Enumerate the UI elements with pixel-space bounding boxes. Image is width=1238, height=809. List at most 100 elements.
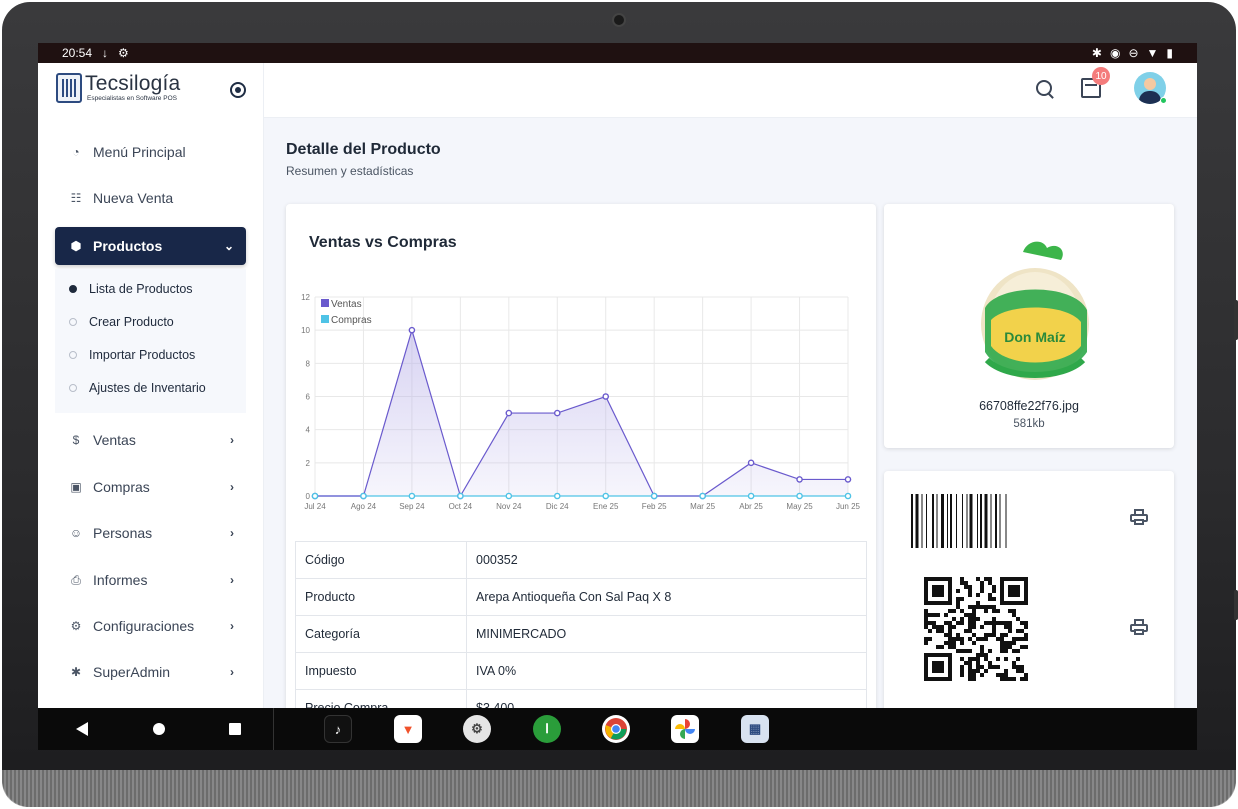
food-app-icon[interactable]: Ⅰ — [533, 715, 561, 743]
online-status-dot — [1160, 97, 1167, 104]
box-icon: ⬢ — [70, 239, 82, 253]
brave-app-icon[interactable]: ▼ — [394, 715, 422, 743]
data-point-compras — [844, 492, 852, 500]
recents-icon[interactable] — [229, 723, 241, 735]
detail-row: Categoría MINIMERCADO — [295, 615, 867, 653]
print-barcode-icon[interactable] — [1130, 509, 1148, 525]
bullet-icon — [69, 318, 77, 326]
sidebar-item-label: Informes — [93, 572, 148, 588]
sidebar-item-configuraciones[interactable]: ⚙ Configuraciones › — [55, 607, 246, 645]
gear-icon: ⚙ — [70, 619, 82, 633]
ventas-area — [315, 330, 848, 496]
data-point-ventas — [408, 326, 416, 334]
sidebar-item-nueva-venta[interactable]: ☷ Nueva Venta — [55, 179, 246, 217]
x-tick-label: Oct 24 — [449, 502, 473, 511]
image-filename: 66708ffe22f76.jpg — [979, 399, 1079, 413]
sidebar-item-personas[interactable]: ☺ Personas › — [55, 514, 246, 552]
chevron-right-icon: › — [230, 619, 234, 633]
sidebar-toggle-icon[interactable] — [230, 82, 246, 98]
data-point-ventas — [796, 476, 803, 483]
detail-value: MINIMERCADO — [466, 615, 867, 653]
submenu-item-lista-productos[interactable]: Lista de Productos — [69, 282, 193, 296]
settings-app-icon[interactable]: ⚙ — [463, 715, 491, 743]
chevron-down-icon: ⌄ — [223, 239, 234, 253]
sidebar-item-informes[interactable]: ⎙ Informes › — [55, 561, 246, 599]
sidebar-item-label: Compras — [93, 479, 150, 495]
bluetooth-icon: ✱ — [1091, 46, 1102, 60]
product-photo[interactable]: Don Maíz — [977, 234, 1093, 384]
y-tick-label: 0 — [306, 492, 311, 501]
submenu-item-crear-producto[interactable]: Crear Producto — [69, 315, 174, 329]
detail-value: IVA 0% — [466, 652, 867, 690]
package-brand-text: Don Maíz — [1004, 329, 1065, 345]
home-icon[interactable] — [153, 723, 165, 735]
sidebar-item-productos[interactable]: ⬢ Productos ⌄ — [55, 227, 246, 265]
sidebar-item-label: Menú Principal — [93, 144, 186, 160]
chrome-app-icon[interactable] — [602, 715, 630, 743]
x-tick-label: Nov 24 — [496, 502, 522, 511]
sales-vs-purchases-chart: 0 2 4 6 8 10 12 Jul 24 Ago 24 Sep 24 Oct 24 Nov 24 D… — [301, 293, 860, 511]
photos-app-icon[interactable] — [671, 715, 699, 743]
data-point-compras — [408, 492, 416, 500]
qr-grid-icon: ☷ — [70, 191, 82, 205]
location-icon: ◉ — [1109, 46, 1121, 60]
barcode-image — [911, 494, 1007, 548]
detail-row: Impuesto IVA 0% — [295, 652, 867, 690]
status-bar: 20:54 ↓ ⚙ ✱ ◉ ⊖ ▼ ▮ — [38, 43, 1197, 63]
usb-icon: ↓ — [102, 46, 109, 60]
data-point-compras — [311, 492, 319, 500]
x-tick-label: Mar 25 — [690, 502, 715, 511]
legend-swatch — [321, 299, 329, 307]
chevron-right-icon: › — [230, 665, 234, 679]
bullet-icon — [69, 384, 77, 392]
brand-name: Tecsilogía — [85, 72, 181, 95]
submenu-item-ajustes-inventario[interactable]: Ajustes de Inventario — [69, 381, 206, 395]
data-point-compras — [457, 492, 464, 500]
top-header: 10 — [264, 63, 1197, 118]
qr-code-image — [924, 577, 1028, 681]
data-point-compras — [747, 492, 755, 500]
data-point-ventas — [505, 409, 513, 417]
x-tick-label: Ago 24 — [351, 502, 377, 511]
notification-badge: 10 — [1092, 67, 1110, 85]
chevron-right-icon: › — [230, 433, 234, 447]
submenu-item-importar-productos[interactable]: Importar Productos — [69, 348, 195, 362]
dollar-icon: $ — [72, 433, 80, 447]
search-icon[interactable] — [1036, 80, 1052, 96]
front-camera — [612, 13, 626, 27]
detail-value: Arepa Antioqueña Con Sal Paq X 8 — [466, 578, 867, 616]
sidebar-item-ventas[interactable]: $ Ventas › — [55, 421, 246, 459]
x-tick-label: Sep 24 — [399, 502, 425, 511]
wallet-icon: ▣ — [70, 480, 82, 494]
detail-label: Producto — [295, 578, 467, 616]
chevron-right-icon: › — [230, 526, 234, 540]
brand-logo[interactable]: Tecsilogía Especialistas en Software POS — [56, 73, 180, 103]
tiktok-app-icon[interactable]: ♪ — [324, 715, 352, 743]
back-icon[interactable] — [76, 722, 88, 736]
printer-icon: ⎙ — [71, 572, 81, 587]
sidebar-item-compras[interactable]: ▣ Compras › — [55, 468, 246, 506]
bullet-icon — [69, 351, 77, 359]
data-point-compras — [505, 492, 513, 500]
screen: 20:54 ↓ ⚙ ✱ ◉ ⊖ ▼ ▮ Tecsilogía Especiali… — [38, 43, 1197, 750]
bullet-icon — [69, 285, 77, 293]
data-point-ventas — [602, 393, 610, 400]
x-tick-label: Ene 25 — [593, 502, 619, 511]
detail-row: Código 000352 — [295, 541, 867, 579]
battery-icon: ▮ — [1166, 46, 1173, 60]
bug-icon: ✱ — [70, 665, 82, 679]
submenu-item-label: Lista de Productos — [89, 282, 193, 296]
print-qr-icon[interactable] — [1130, 619, 1148, 635]
tecsilogia-app-icon[interactable]: ▦ — [741, 715, 769, 743]
x-tick-label: Feb 25 — [642, 502, 667, 511]
sidebar-item-menu-principal[interactable]: ◔ Menú Principal — [55, 133, 246, 171]
detail-label: Categoría — [295, 615, 467, 653]
sidebar-item-label: Nueva Venta — [93, 190, 174, 206]
sidebar-item-superadmin[interactable]: ✱ SuperAdmin › — [55, 653, 246, 691]
submenu-item-label: Ajustes de Inventario — [89, 381, 206, 395]
settings-icon: ⚙ — [118, 46, 129, 60]
data-point-ventas — [747, 459, 755, 467]
image-filesize: 581kb — [1013, 418, 1045, 430]
legend-label: Compras — [331, 315, 372, 326]
detail-row: Producto Arepa Antioqueña Con Sal Paq X 8 — [295, 578, 867, 616]
